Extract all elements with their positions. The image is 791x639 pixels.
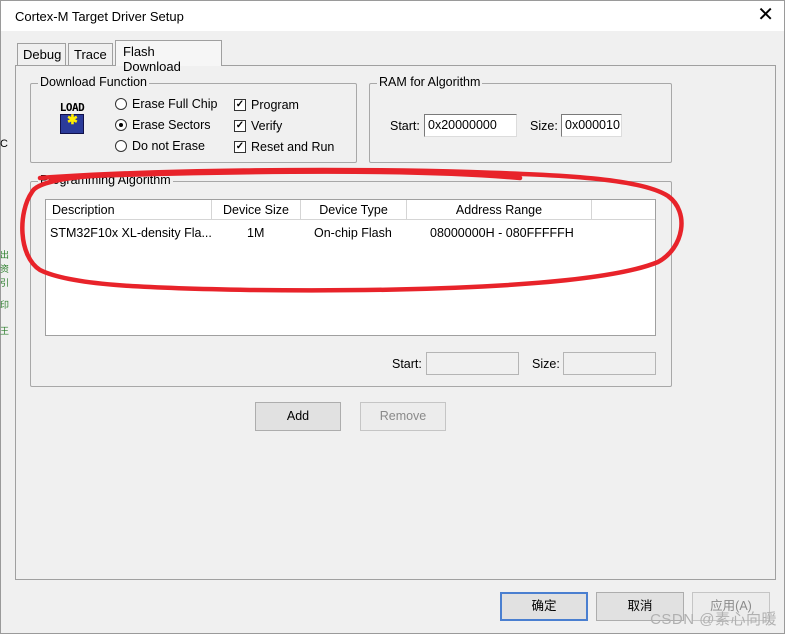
algo-size-label: Size: bbox=[532, 357, 560, 371]
ok-button[interactable]: 确定 bbox=[500, 592, 588, 621]
ram-start-input[interactable]: 0x20000000 bbox=[424, 114, 517, 137]
background-text: 印 bbox=[0, 300, 10, 310]
checkbox-label: Verify bbox=[251, 119, 283, 133]
background-text: C bbox=[0, 138, 8, 150]
column-header-device-type[interactable]: Device Type bbox=[301, 200, 407, 220]
group-title: Programming Algorithm bbox=[38, 173, 173, 187]
column-header-device-size[interactable]: Device Size bbox=[212, 200, 301, 220]
cell-device-type: On-chip Flash bbox=[314, 226, 392, 240]
title-bar: Cortex-M Target Driver Setup ✕ bbox=[1, 1, 784, 31]
algo-start-label: Start: bbox=[392, 357, 422, 371]
ram-size-input[interactable]: 0x000010 bbox=[561, 114, 622, 137]
algorithm-list[interactable]: Description Device Size Device Type Addr… bbox=[45, 199, 656, 336]
tab-flash-download[interactable]: Flash Download bbox=[115, 40, 222, 74]
background-text: 王 bbox=[0, 326, 10, 336]
ram-size-label: Size: bbox=[530, 119, 558, 133]
group-title: RAM for Algorithm bbox=[377, 75, 483, 89]
background-text: 出 bbox=[0, 250, 10, 260]
column-header-description[interactable]: Description bbox=[46, 200, 212, 220]
cell-address-range: 08000000H - 080FFFFFH bbox=[430, 226, 574, 240]
radio-label: Erase Sectors bbox=[132, 118, 211, 132]
checkmark-icon[interactable]: ✓ bbox=[234, 120, 246, 132]
radio-label: Do not Erase bbox=[132, 139, 205, 153]
checkbox-label: Reset and Run bbox=[251, 140, 335, 154]
column-header-address-range[interactable]: Address Range bbox=[407, 200, 592, 220]
list-header: Description Device Size Device Type Addr… bbox=[46, 200, 655, 220]
close-icon[interactable]: ✕ bbox=[757, 4, 774, 26]
background-text: 引 bbox=[0, 278, 10, 288]
algo-size-input[interactable] bbox=[563, 352, 656, 375]
background-text: 资 bbox=[0, 264, 10, 274]
background-window-edge: C 出 资 引 印 王 bbox=[0, 30, 10, 380]
cell-description: STM32F10x XL-density Fla... bbox=[50, 226, 212, 240]
group-title: Download Function bbox=[38, 75, 150, 89]
window-title: Cortex-M Target Driver Setup bbox=[15, 9, 184, 24]
radio-button[interactable] bbox=[115, 140, 127, 152]
checkbox-label: Program bbox=[251, 98, 299, 112]
radio-button[interactable] bbox=[115, 98, 127, 110]
load-icon: LOAD ✱ bbox=[56, 101, 88, 135]
checkmark-icon[interactable]: ✓ bbox=[234, 99, 246, 111]
watermark: CSDN @素心向暖 bbox=[650, 611, 777, 628]
radio-label: Erase Full Chip bbox=[132, 97, 218, 111]
cell-device-size: 1M bbox=[247, 226, 265, 240]
remove-button[interactable]: Remove bbox=[360, 402, 446, 431]
radio-button-selected[interactable] bbox=[115, 119, 127, 131]
checkmark-icon[interactable]: ✓ bbox=[234, 141, 246, 153]
add-button[interactable]: Add bbox=[255, 402, 341, 431]
ram-start-label: Start: bbox=[390, 119, 420, 133]
algo-start-input[interactable] bbox=[426, 352, 519, 375]
tab-trace[interactable]: Trace bbox=[68, 43, 113, 65]
tab-debug[interactable]: Debug bbox=[17, 43, 66, 65]
